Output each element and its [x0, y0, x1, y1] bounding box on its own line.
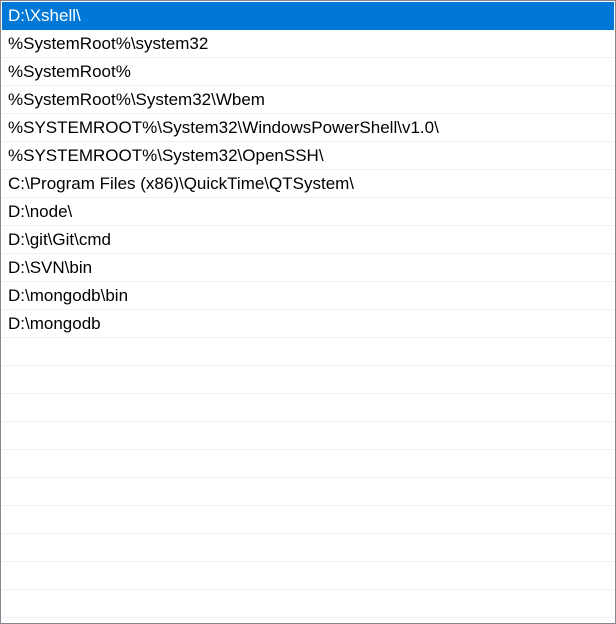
- empty-row[interactable]: [2, 590, 614, 618]
- empty-row[interactable]: [2, 534, 614, 562]
- empty-row[interactable]: [2, 422, 614, 450]
- list-item[interactable]: C:\Program Files (x86)\QuickTime\QTSyste…: [2, 170, 614, 198]
- empty-row[interactable]: [2, 562, 614, 590]
- empty-row[interactable]: [2, 450, 614, 478]
- list-item[interactable]: %SystemRoot%\system32: [2, 30, 614, 58]
- list-item[interactable]: D:\SVN\bin: [2, 254, 614, 282]
- list-item[interactable]: %SYSTEMROOT%\System32\WindowsPowerShell\…: [2, 114, 614, 142]
- empty-row[interactable]: [2, 478, 614, 506]
- empty-row[interactable]: [2, 506, 614, 534]
- list-item[interactable]: D:\Xshell\: [2, 2, 614, 30]
- list-item[interactable]: D:\git\Git\cmd: [2, 226, 614, 254]
- empty-row[interactable]: [2, 338, 614, 366]
- list-item[interactable]: %SYSTEMROOT%\System32\OpenSSH\: [2, 142, 614, 170]
- empty-row[interactable]: [2, 366, 614, 394]
- list-item[interactable]: %SystemRoot%: [2, 58, 614, 86]
- path-list[interactable]: D:\Xshell\ %SystemRoot%\system32 %System…: [0, 0, 616, 624]
- list-item[interactable]: D:\mongodb\bin: [2, 282, 614, 310]
- empty-row[interactable]: [2, 394, 614, 422]
- list-item[interactable]: D:\mongodb: [2, 310, 614, 338]
- list-item[interactable]: D:\node\: [2, 198, 614, 226]
- list-item[interactable]: %SystemRoot%\System32\Wbem: [2, 86, 614, 114]
- path-list-rows: D:\Xshell\ %SystemRoot%\system32 %System…: [2, 2, 614, 618]
